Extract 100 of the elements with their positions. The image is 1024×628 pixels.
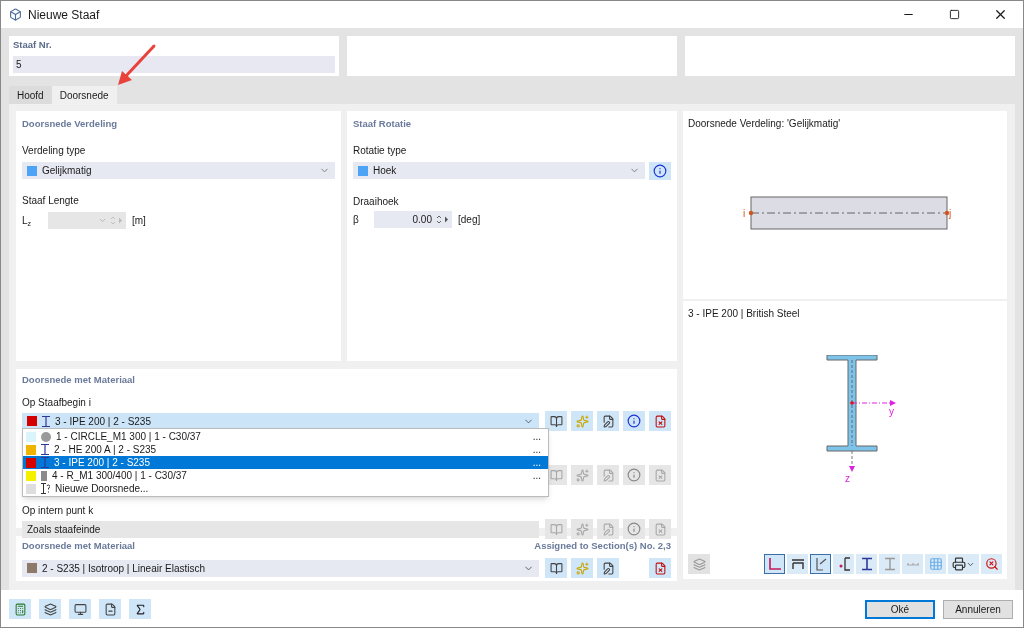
formula-button[interactable] — [129, 599, 151, 619]
cancel-button[interactable]: Annuleren — [943, 599, 1013, 619]
edit-file-icon — [601, 414, 615, 428]
field-label: Op Staafbegin i — [22, 397, 92, 410]
dropdown-item[interactable]: 4 - R_M1 300/400 | 1 - C30/37 ... — [23, 469, 548, 483]
item-text: 3 - IPE 200 | 2 - S235 — [54, 456, 150, 471]
delete-file-icon — [653, 561, 667, 575]
ruler-icon — [905, 562, 920, 566]
info-icon — [627, 414, 641, 429]
book-icon — [549, 468, 563, 482]
maximize-icon — [948, 9, 960, 20]
print-icon — [952, 557, 966, 571]
panel-title: Doorsnede met Materiaal — [22, 373, 136, 387]
field-label: Op intern punt k — [22, 505, 95, 518]
info-icon — [653, 164, 667, 179]
ok-button[interactable]: Oké — [865, 599, 935, 619]
more-text: ... — [532, 443, 541, 458]
length-symbol: L$_{z}$ — [22, 214, 33, 229]
item-text: Nieuwe Doorsnede... — [55, 482, 149, 497]
book-icon — [549, 414, 563, 428]
delete-button[interactable] — [99, 599, 121, 619]
structure-button[interactable] — [39, 599, 61, 619]
select-value: 2 - S235 | Isotroop | Lineair Elastisch — [42, 561, 206, 576]
view-toolbar-button[interactable] — [856, 554, 877, 574]
layers-icon — [43, 602, 57, 616]
delete-file-icon — [653, 414, 667, 428]
select-value: Gelijkmatig — [42, 164, 92, 179]
color-swatch — [358, 165, 368, 176]
dimension-icon — [790, 557, 805, 571]
delete-file-icon — [653, 522, 667, 536]
material-select[interactable]: 2 - S235 | Isotroop | Lineair Elastisch — [22, 559, 539, 577]
delete-file-icon — [653, 468, 667, 482]
info-button[interactable] — [623, 411, 645, 432]
layers-icon — [692, 557, 706, 571]
edit-file-icon — [601, 561, 615, 575]
sparkle-icon — [575, 561, 589, 575]
member-number-field[interactable]: 5 — [13, 56, 335, 74]
sparkle-icon — [575, 414, 589, 428]
circle-icon — [41, 431, 51, 442]
grid-icon — [928, 557, 943, 571]
edit-section-button[interactable] — [597, 558, 619, 579]
edit-section-button[interactable] — [597, 411, 619, 432]
zoom-reset-icon — [984, 557, 999, 571]
rotation-type-select[interactable]: Hoek — [353, 162, 645, 180]
axes-icon — [767, 557, 782, 571]
field-label: Staaf Nr. — [13, 38, 53, 52]
edit-file-icon — [601, 522, 615, 536]
angle-field[interactable]: 0.00 — [374, 211, 452, 229]
dropdown-item[interactable]: 1 - CIRCLE_M1 300 | 1 - C30/37 ... — [23, 430, 548, 444]
coordinates-icon — [813, 557, 828, 571]
library-button[interactable] — [545, 411, 567, 432]
tab[interactable]: Doorsnede — [51, 86, 117, 104]
book-icon — [549, 561, 563, 575]
window-title: Nieuwe Staaf — [28, 6, 100, 24]
field-label: Staaf Lengte — [22, 194, 80, 209]
app-icon — [9, 8, 22, 21]
view-button[interactable] — [69, 599, 91, 619]
more-text: ... — [532, 456, 541, 471]
delete-button[interactable] — [649, 558, 671, 579]
view-toolbar-button[interactable] — [833, 554, 854, 574]
library-button[interactable] — [545, 558, 567, 579]
ibeam-section-drawing: y z — [823, 355, 913, 490]
assigned-text: Assigned to Section(s) No. 2,3 — [534, 539, 671, 553]
item-text: 2 - HE 200 A | 2 - S235 — [54, 443, 157, 458]
field-label: Draaihoek — [353, 195, 400, 210]
select-value: 3 - IPE 200 | 2 - S235 — [55, 414, 151, 429]
info-icon — [627, 468, 641, 483]
view-toolbar-button[interactable] — [787, 554, 808, 574]
field-label: Rotatie type — [353, 144, 408, 159]
unit-label: [deg] — [458, 213, 481, 228]
decimal-button[interactable] — [9, 599, 31, 619]
preview-title: Doorsnede Verdeling: 'Gelijkmatig' — [688, 117, 842, 131]
section-new-icon — [41, 483, 50, 495]
more-text: ... — [532, 469, 541, 484]
calculator-icon — [13, 602, 27, 616]
more-text: ... — [532, 430, 541, 445]
monitor-icon — [73, 602, 87, 616]
dropdown-item[interactable]: Nieuwe Doorsnede... — [23, 482, 548, 496]
ibeam-icon — [42, 415, 50, 427]
item-text: 1 - CIRCLE_M1 300 | 1 - C30/37 — [56, 430, 201, 445]
ibeam-icon — [882, 557, 897, 571]
delete-button[interactable] — [649, 411, 671, 432]
dropdown-item[interactable]: 3 - IPE 200 | 2 - S235 ... — [23, 456, 548, 470]
dropdown-item[interactable]: 2 - HE 200 A | 2 - S235 ... — [23, 443, 548, 457]
info-icon — [627, 522, 641, 537]
panel-title: Doorsnede met Materiaal — [22, 539, 135, 553]
item-text: 4 - R_M1 300/400 | 1 - C30/37 — [52, 469, 187, 484]
select-value: Zoals staafeinde — [27, 522, 101, 537]
length-field[interactable] — [48, 212, 126, 230]
preview-title: 3 - IPE 200 | British Steel — [688, 307, 801, 321]
ibeam-icon — [859, 557, 874, 571]
tab[interactable]: Hoofd — [9, 86, 52, 104]
distribution-type-select[interactable]: Gelijkmatig — [22, 162, 335, 180]
panel-title: Doorsnede Verdeling — [22, 117, 119, 131]
view-toolbar-button[interactable] — [948, 554, 979, 574]
beam-drawing: i j — [743, 195, 953, 231]
info-button[interactable] — [649, 162, 671, 181]
book-icon — [549, 522, 563, 536]
panel-title: Staaf Rotatie — [353, 117, 413, 131]
view-toolbar-button[interactable] — [981, 554, 1002, 574]
